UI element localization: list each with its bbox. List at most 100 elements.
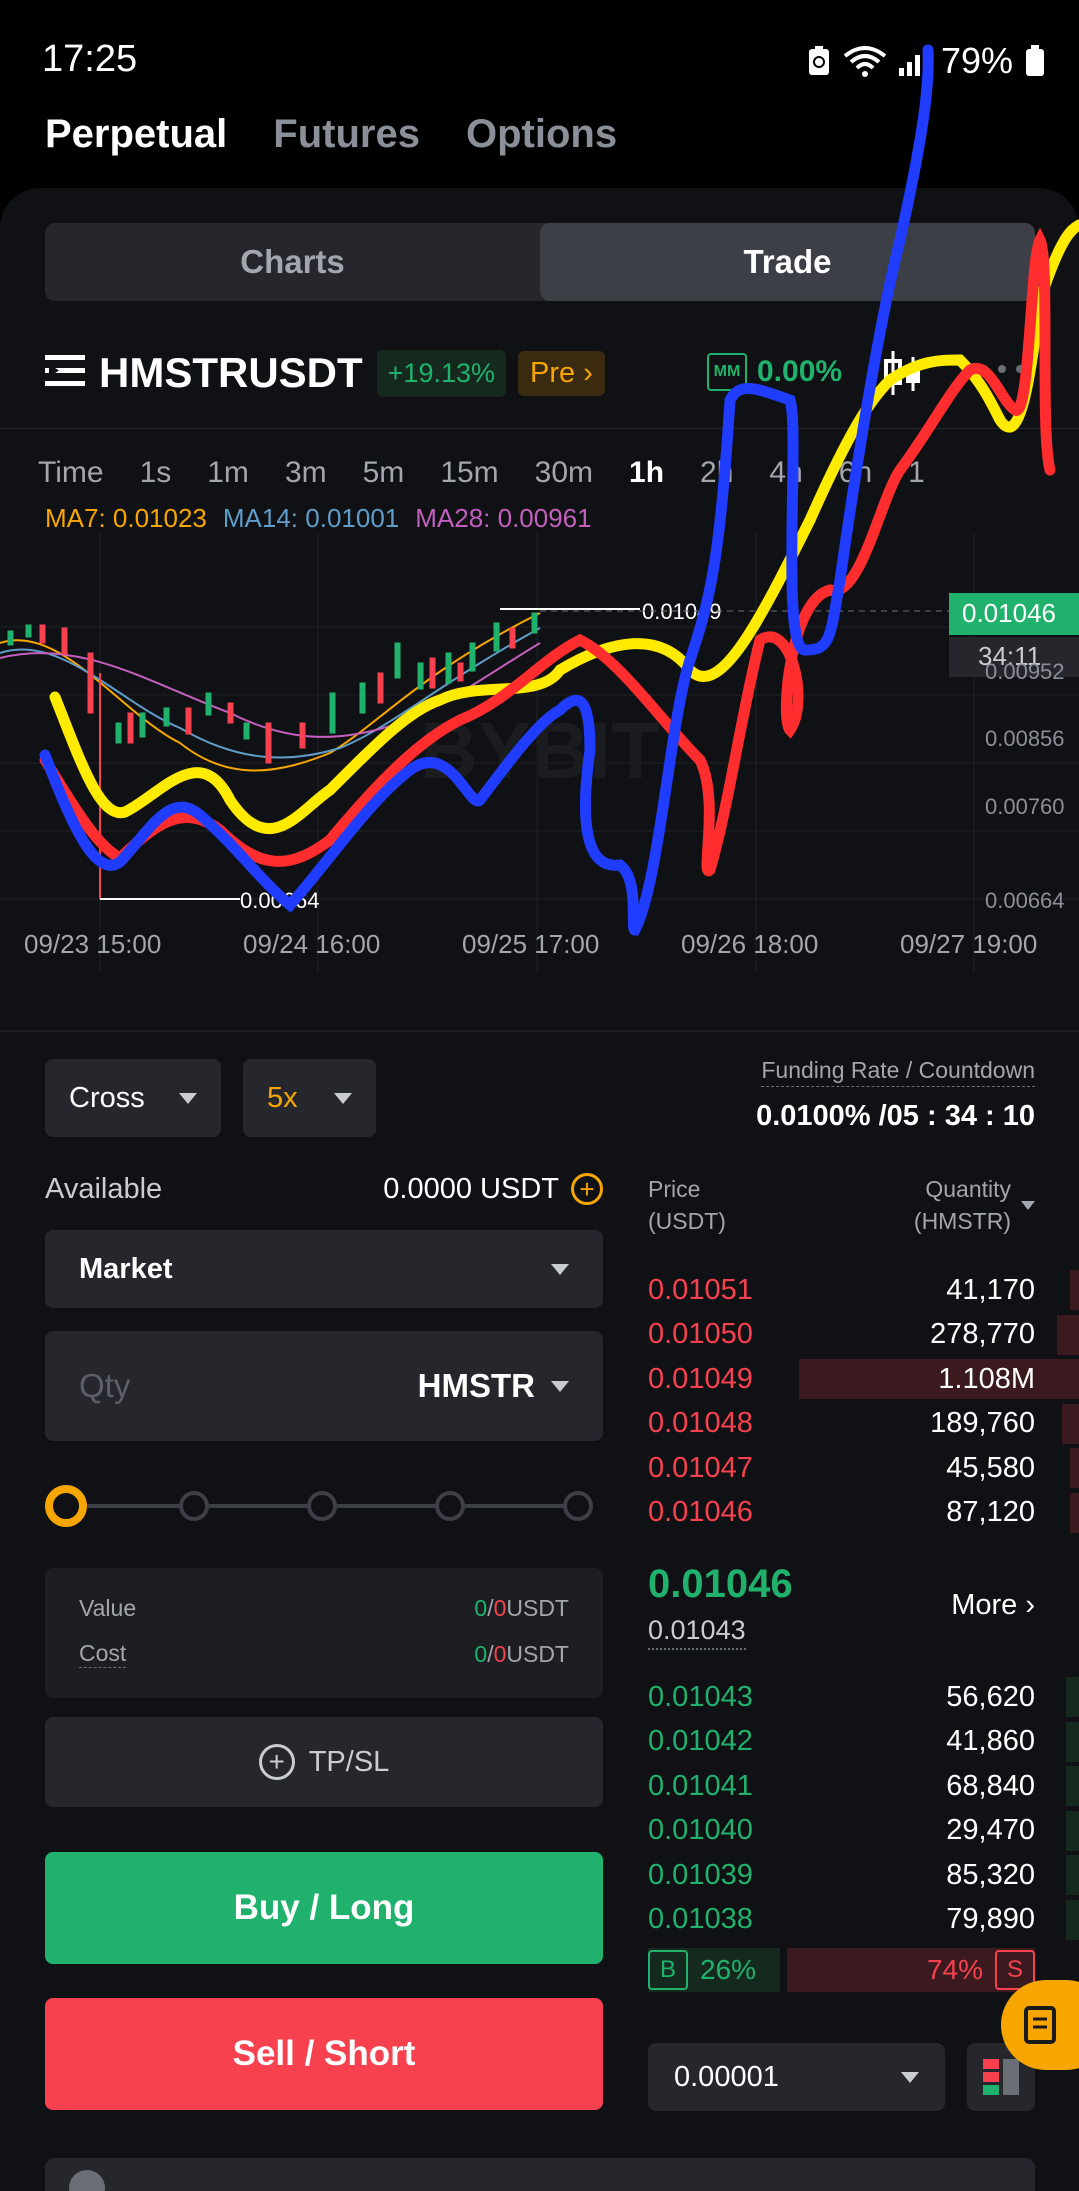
bid-row[interactable]: 0.01039 85,320: [648, 1853, 1079, 1897]
add-funds-icon[interactable]: +: [571, 1173, 603, 1205]
more-link[interactable]: More ›: [951, 1589, 1035, 1622]
value-short: 0: [493, 1594, 507, 1621]
ask-row[interactable]: 0.01051 41,170: [648, 1268, 1079, 1312]
buy-ratio: 26%: [700, 1954, 757, 1985]
bid-quantity: 68,840: [946, 1769, 1035, 1802]
ask-quantity: 87,120: [946, 1496, 1035, 1528]
ask-quantity: 1.108M: [938, 1362, 1035, 1395]
leverage-select[interactable]: 5x: [243, 1059, 376, 1137]
qty-unit: HMSTR: [417, 1367, 535, 1404]
ask-price: 0.01048: [648, 1407, 753, 1439]
bid-depth-bar: [1066, 1810, 1079, 1851]
order-type-select[interactable]: Market: [45, 1230, 603, 1308]
bid-depth-bar: [1066, 1721, 1079, 1762]
caret-down-icon: [334, 1092, 352, 1104]
ask-depth-bar: [1070, 1270, 1079, 1310]
qty-slider[interactable]: [45, 1481, 603, 1531]
bid-price: 0.01038: [648, 1903, 753, 1935]
bid-row[interactable]: 0.01041 68,840: [648, 1764, 1079, 1808]
layout-icon: [983, 2059, 1019, 2095]
margin-mode-value: Cross: [69, 1081, 145, 1114]
caret-down-icon: [179, 1092, 197, 1104]
cost-unit: USDT: [506, 1640, 569, 1667]
bid-depth-bar: [1066, 1899, 1079, 1940]
caret-down-icon: [1021, 1200, 1035, 1210]
bid-price: 0.01040: [648, 1814, 753, 1846]
bid-row[interactable]: 0.01038 79,890: [648, 1898, 1079, 1942]
slider-node-50[interactable]: [307, 1491, 337, 1521]
ask-quantity: 41,170: [946, 1273, 1035, 1306]
mid-price: 0.01046: [648, 1562, 793, 1606]
ask-depth-bar: [1057, 1314, 1079, 1355]
tpsl-label: TP/SL: [308, 1745, 390, 1778]
bid-price: 0.01043: [648, 1680, 753, 1713]
bid-row[interactable]: 0.01040 29,470: [648, 1809, 1079, 1853]
cost-long: 0: [474, 1640, 488, 1667]
ask-price: 0.01051: [648, 1273, 753, 1306]
bid-price: 0.01041: [648, 1769, 753, 1802]
precision-value: 0.00001: [674, 2060, 779, 2093]
available-value: 0.0000 USDT: [383, 1172, 559, 1205]
caret-down-icon: [551, 1263, 569, 1275]
ask-row[interactable]: 0.01047 45,580: [648, 1446, 1079, 1490]
bid-quantity: 29,470: [946, 1814, 1035, 1846]
buy-sell-ratio: B 26% 74% S: [648, 1948, 1035, 1992]
slider-node-25[interactable]: [179, 1491, 209, 1521]
price-unit: (USDT): [648, 1208, 726, 1234]
ask-price: 0.01049: [648, 1362, 753, 1395]
sell-ratio: 74%: [926, 1954, 983, 1985]
quantity-header[interactable]: Quantity (HMSTR): [914, 1173, 1035, 1237]
funding-rate-label[interactable]: Funding Rate / Countdown: [761, 1057, 1035, 1087]
caret-down-icon: [901, 2071, 919, 2083]
cost-row: Cost 0/0USDT: [79, 1631, 569, 1677]
sell-short-button[interactable]: Sell / Short: [45, 1998, 603, 2110]
value-long: 0: [474, 1594, 488, 1621]
ask-depth-bar: [1070, 1448, 1079, 1488]
slider-node-0[interactable]: [45, 1485, 87, 1527]
plus-icon: +: [258, 1744, 295, 1780]
value-label: Value: [79, 1594, 137, 1621]
ask-depth-bar: [1070, 1492, 1079, 1533]
ask-quantity: 189,760: [930, 1407, 1035, 1439]
buy-ratio-bar: B 26%: [648, 1948, 780, 1992]
buy-long-button[interactable]: Buy / Long: [45, 1852, 603, 1964]
qty-unit-select[interactable]: HMSTR: [418, 1367, 569, 1405]
price-header: Price: [648, 1176, 701, 1202]
order-type-value: Market: [79, 1252, 173, 1285]
bid-depth-bar: [1066, 1677, 1079, 1717]
bid-quantity: 79,890: [946, 1903, 1035, 1935]
bid-depth-bar: [1066, 1855, 1079, 1895]
bid-depth-bar: [1066, 1766, 1079, 1806]
ask-price: 0.01046: [648, 1496, 753, 1528]
margin-mode-select[interactable]: Cross: [45, 1059, 221, 1137]
available-label: Available: [45, 1172, 163, 1205]
sell-ratio-bar: 74% S: [787, 1948, 1035, 1992]
tpsl-button[interactable]: + TP/SL: [45, 1717, 603, 1807]
ask-row[interactable]: 0.01050 278,770: [648, 1313, 1079, 1357]
ask-row[interactable]: 0.01046 87,120: [648, 1491, 1079, 1535]
bid-price: 0.01039: [648, 1858, 753, 1891]
price-precision-select[interactable]: 0.00001: [648, 2043, 945, 2111]
qty-input[interactable]: Qty HMSTR: [45, 1331, 603, 1441]
cost-label[interactable]: Cost: [79, 1640, 127, 1668]
slider-node-75[interactable]: [435, 1491, 465, 1521]
ask-quantity: 278,770: [930, 1318, 1035, 1350]
info-icon: [69, 2170, 105, 2191]
qty-header-unit: (HMSTR): [913, 1208, 1011, 1234]
mark-price[interactable]: 0.01043: [648, 1615, 746, 1650]
orderbook-header: Price (USDT) Quantity (HMSTR): [648, 1173, 1035, 1237]
available-row: Available 0.0000 USDT +: [45, 1169, 603, 1209]
cost-short: 0: [493, 1640, 507, 1667]
ask-depth-bar: [1062, 1403, 1079, 1444]
bid-row[interactable]: 0.01042 41,860: [648, 1720, 1079, 1764]
slider-node-100[interactable]: [563, 1491, 593, 1521]
value-cost-card: Value 0/0USDT Cost 0/0USDT: [45, 1568, 603, 1698]
ask-row[interactable]: 0.01048 189,760: [648, 1402, 1079, 1446]
bid-price: 0.01042: [648, 1725, 753, 1757]
funding-rate-value: 0.0100% /05 : 34 : 10: [756, 1100, 1035, 1132]
bottom-banner[interactable]: [45, 2158, 1035, 2191]
qty-placeholder: Qty: [79, 1367, 131, 1404]
bid-row[interactable]: 0.01043 56,620: [648, 1675, 1079, 1719]
ask-quantity: 45,580: [946, 1451, 1035, 1484]
ask-row[interactable]: 0.01049 1.108M: [648, 1357, 1079, 1401]
